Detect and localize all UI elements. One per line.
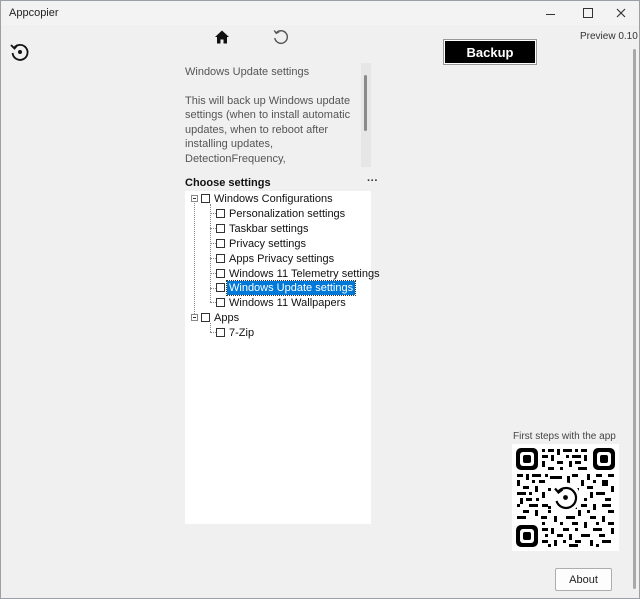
refresh-icon[interactable]	[272, 28, 290, 46]
window-title: Appcopier	[9, 7, 59, 19]
tree-checkbox[interactable]	[201, 194, 210, 203]
tree-checkbox[interactable]	[216, 224, 225, 233]
tree-checkbox[interactable]	[216, 328, 225, 337]
tree-node-child[interactable]: Apps Privacy settings	[216, 251, 336, 266]
tree-node-label: Personalization settings	[229, 207, 346, 220]
maximize-icon	[583, 8, 593, 18]
tree-node-apps[interactable]: Apps	[201, 310, 241, 325]
tree-node-label: Windows Update settings	[225, 279, 357, 296]
version-label: Preview 0.10	[580, 31, 638, 42]
close-icon	[616, 8, 626, 18]
tree-node-child-selected[interactable]: Windows Update settings	[216, 279, 357, 296]
tree-node-label: Taskbar settings	[229, 222, 309, 235]
tree-node-label: Apps	[214, 311, 240, 324]
description-scroll-thumb[interactable]	[364, 75, 367, 131]
more-icon[interactable]: ···	[367, 175, 378, 187]
minimize-button[interactable]	[530, 1, 570, 25]
qr-code[interactable]	[512, 444, 619, 551]
tree-node-windows-configurations[interactable]: Windows Configurations	[201, 191, 335, 206]
tree-node-child[interactable]: Windows 11 Wallpapers	[216, 295, 348, 310]
tree-checkbox[interactable]	[216, 239, 225, 248]
tree-node-label: 7-Zip	[229, 326, 255, 339]
tree-node-label: Privacy settings	[229, 237, 307, 250]
close-button[interactable]	[601, 1, 640, 25]
tree-node-child[interactable]: Personalization settings	[216, 206, 347, 221]
tree-node-label: Windows Configurations	[214, 192, 333, 205]
home-icon[interactable]	[214, 29, 230, 45]
tree-node-child[interactable]: Windows 11 Telemetry settings	[216, 266, 382, 281]
description-title: Windows Update settings	[185, 66, 310, 78]
app-window: Appcopier Backup Preview 0.10 Windows Up…	[0, 0, 640, 599]
tree-node-child[interactable]: Taskbar settings	[216, 221, 310, 236]
window-scrollbar[interactable]	[633, 49, 636, 589]
tree-line	[194, 203, 195, 318]
choose-settings-label: Choose settings	[185, 177, 271, 189]
tree-checkbox[interactable]	[216, 254, 225, 263]
first-steps-label: First steps with the app	[513, 431, 616, 442]
tree-checkbox[interactable]	[216, 298, 225, 307]
tree-checkbox[interactable]	[201, 313, 210, 322]
tree-expander-apps[interactable]	[191, 314, 198, 321]
tree-checkbox[interactable]	[216, 269, 225, 278]
title-bar: Appcopier	[1, 1, 639, 25]
tree-checkbox[interactable]	[216, 283, 225, 292]
backup-button[interactable]: Backup	[445, 41, 535, 63]
about-button[interactable]: About	[555, 568, 612, 591]
tree-node-label: Windows 11 Telemetry settings	[229, 267, 380, 280]
description-body: This will back up Windows update setting…	[185, 94, 351, 165]
minimize-icon	[545, 13, 555, 15]
restore-icon[interactable]	[9, 41, 31, 63]
tree-expander-windows-configurations[interactable]	[191, 195, 198, 202]
tree-node-label: Apps Privacy settings	[229, 252, 335, 265]
tree-node-label: Windows 11 Wallpapers	[229, 296, 346, 309]
description-panel: Windows Update settings This will back u…	[185, 63, 361, 167]
settings-tree[interactable]: Windows Configurations Personalization s…	[185, 191, 380, 524]
tree-node-child[interactable]: 7-Zip	[216, 325, 256, 340]
tree-node-child[interactable]: Privacy settings	[216, 236, 308, 251]
tree-checkbox[interactable]	[216, 209, 225, 218]
